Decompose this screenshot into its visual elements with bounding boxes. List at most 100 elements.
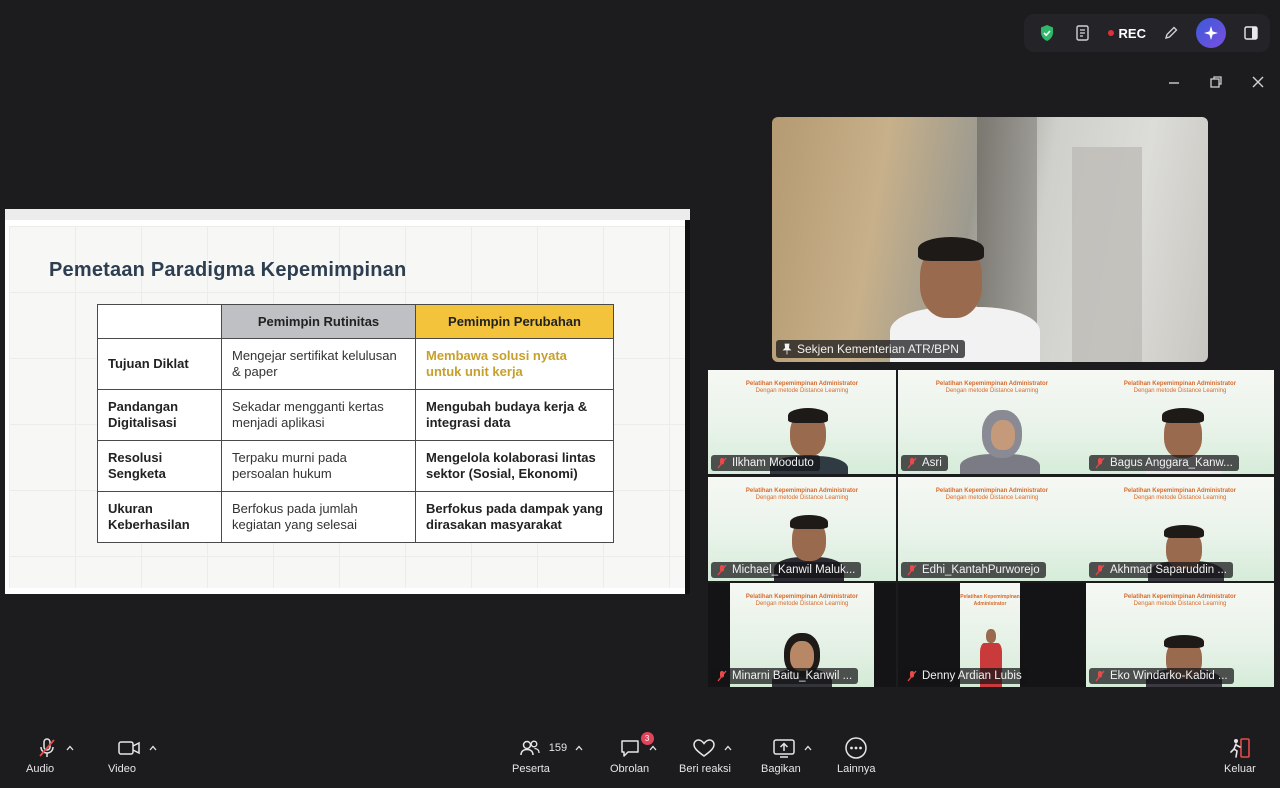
participant-name-tag: Asri (901, 455, 948, 471)
background-title: Pelatihan Kepemimpinan Administrator (935, 488, 1049, 494)
background-title: Pelatihan Kepemimpinan Administrator (745, 488, 859, 494)
participants-label: Peserta (512, 763, 550, 775)
audio-label: Audio (26, 763, 55, 775)
background-subtitle: Dengan metode Distance Learning (755, 495, 849, 501)
background-subtitle: Dengan metode Distance Learning (1133, 388, 1227, 394)
table-header-perubahan: Pemimpin Perubahan (415, 304, 614, 339)
participants-button[interactable]: 159 Peserta (512, 736, 590, 775)
video-label: Video (108, 763, 136, 775)
participant-name: Bagus Anggara_Kanw... (1110, 457, 1233, 469)
participant-hair (788, 408, 828, 423)
background-title: Pelatihan Kepemimpinan Administrator (960, 594, 1020, 607)
chevron-up-icon[interactable] (804, 744, 812, 752)
chevron-up-icon[interactable] (649, 744, 657, 752)
participant-name: Minarni Baitu_Kanwil ... (732, 670, 853, 682)
shield-icon[interactable] (1036, 22, 1058, 44)
minimize-icon[interactable] (1166, 74, 1182, 90)
chat-badge: 3 (640, 732, 654, 745)
participant-name-tag: Eko Windarko-Kabid ... (1089, 668, 1234, 684)
participant-name-tag: Minarni Baitu_Kanwil ... (711, 668, 859, 684)
participant-tile[interactable]: Pelatihan Kepemimpinan Administrator Den… (898, 370, 1086, 474)
paradigm-table: Pemimpin Rutinitas Pemimpin Perubahan Tu… (97, 304, 614, 543)
mic-muted-icon (907, 670, 917, 682)
participant-tile[interactable]: Pelatihan Kepemimpinan Administrator Den… (1086, 370, 1274, 474)
row-heading: Ukuran Keberhasilan (97, 491, 222, 543)
participant-name-tag: Edhi_KantahPurworejo (901, 562, 1046, 578)
mic-muted-icon (907, 457, 917, 469)
participant-name-tag: Bagus Anggara_Kanw... (1089, 455, 1239, 471)
table-row: Tujuan Diklat Mengejar sertifikat kelulu… (97, 338, 614, 390)
participant-name: Michael_Kanwil Maluk... (732, 564, 856, 576)
shared-window-edge (685, 220, 690, 594)
background-subtitle: Dengan metode Distance Learning (755, 601, 849, 607)
table-header-rutinitas: Pemimpin Rutinitas (221, 304, 416, 339)
leave-button[interactable]: Keluar (1224, 736, 1256, 775)
leave-icon (1230, 738, 1250, 758)
participant-tile[interactable]: Pelatihan Kepemimpinan Administrator Den… (708, 370, 896, 474)
presentation-slide: Pemetaan Paradigma Kepemimpinan Pemimpin… (9, 226, 685, 588)
chat-icon (620, 740, 639, 757)
window-controls (1166, 74, 1266, 90)
participant-tile[interactable]: Pelatihan Kepemimpinan Administrator Den… (708, 583, 896, 687)
share-button[interactable]: Bagikan (761, 736, 823, 775)
cell-perubahan: Mengelola kolaborasi lintas sektor (Sosi… (415, 440, 614, 492)
mic-muted-icon (39, 738, 55, 757)
speaker-name-tag: Sekjen Kementerian ATR/BPN (776, 340, 965, 358)
background-door (1072, 147, 1142, 362)
table-header-row: Pemimpin Rutinitas Pemimpin Perubahan (97, 304, 614, 339)
meeting-window: REC Pemetaan Paradigma Kepemimpinan Pemi… (0, 0, 1280, 788)
participant-name-tag: Ilkham Mooduto (711, 455, 820, 471)
ai-sparkle-icon[interactable] (1196, 18, 1226, 48)
cell-perubahan: Mengubah budaya kerja & integrasi data (415, 389, 614, 441)
chat-label: Obrolan (610, 763, 650, 775)
background-subtitle: Dengan metode Distance Learning (945, 388, 1039, 394)
participant-tile[interactable]: Pelatihan Kepemimpinan Administrator Den… (708, 477, 896, 581)
chevron-up-icon[interactable] (149, 744, 157, 752)
top-toolbar: REC (1023, 14, 1270, 52)
notes-icon[interactable] (1072, 22, 1094, 44)
mic-muted-icon (907, 564, 917, 576)
participant-tile[interactable]: Pelatihan Kepemimpinan Administrator Den… (1086, 477, 1274, 581)
recording-indicator[interactable]: REC (1107, 26, 1146, 41)
video-button[interactable]: Video (108, 736, 166, 775)
chevron-up-icon[interactable] (66, 744, 74, 752)
share-screen-icon (773, 739, 795, 758)
participant-face (991, 420, 1015, 450)
participant-hair (790, 515, 828, 529)
table-row: Resolusi Sengketa Terpaku murni pada per… (97, 440, 614, 492)
pen-icon[interactable] (1160, 22, 1182, 44)
background-subtitle: Dengan metode Distance Learning (945, 495, 1039, 501)
background-title: Pelatihan Kepemimpinan Administrator (745, 381, 859, 387)
close-icon[interactable] (1250, 74, 1266, 90)
chevron-up-icon[interactable] (575, 744, 583, 752)
cell-rutinitas: Sekadar mengganti kertas menjadi aplikas… (221, 389, 416, 441)
mic-muted-icon (717, 670, 727, 682)
speaker-video[interactable]: Sekjen Kementerian ATR/BPN (772, 117, 1208, 362)
sidebar-icon[interactable] (1240, 22, 1262, 44)
cell-perubahan: Membawa solusi nyata untuk unit kerja (415, 338, 614, 390)
shared-screen[interactable]: Pemetaan Paradigma Kepemimpinan Pemimpin… (5, 209, 690, 594)
more-icon (845, 737, 868, 759)
mic-muted-icon (1095, 457, 1105, 469)
chat-button[interactable]: 3 Obrolan (610, 732, 665, 775)
mic-muted-icon (1095, 670, 1105, 682)
participant-name: Eko Windarko-Kabid ... (1110, 670, 1228, 682)
more-button[interactable]: Lainnya (837, 736, 876, 775)
participant-tile[interactable]: Pelatihan Kepemimpinan Administrator Den… (1086, 583, 1274, 687)
reactions-button[interactable]: Beri reaksi (679, 736, 745, 775)
participants-count: 159 (548, 742, 568, 754)
restore-icon[interactable] (1208, 74, 1224, 90)
cell-rutinitas: Mengejar sertifikat kelulusan & paper (221, 338, 416, 390)
background-title: Pelatihan Kepemimpinan Administrator (935, 381, 1049, 387)
camera-icon (118, 741, 140, 755)
chevron-up-icon[interactable] (724, 744, 732, 752)
slide-title: Pemetaan Paradigma Kepemimpinan (49, 259, 407, 281)
participant-face (790, 641, 814, 671)
reactions-label: Beri reaksi (679, 763, 731, 775)
audio-button[interactable]: Audio (26, 736, 84, 775)
table-header-empty (97, 304, 222, 339)
background-subtitle: Dengan metode Distance Learning (1133, 495, 1227, 501)
participant-tile[interactable]: Pelatihan Kepemimpinan Administrator Den… (898, 477, 1086, 581)
row-heading: Pandangan Digitalisasi (97, 389, 222, 441)
participant-tile[interactable]: Pelatihan Kepemimpinan Administrator Den… (898, 583, 1086, 687)
